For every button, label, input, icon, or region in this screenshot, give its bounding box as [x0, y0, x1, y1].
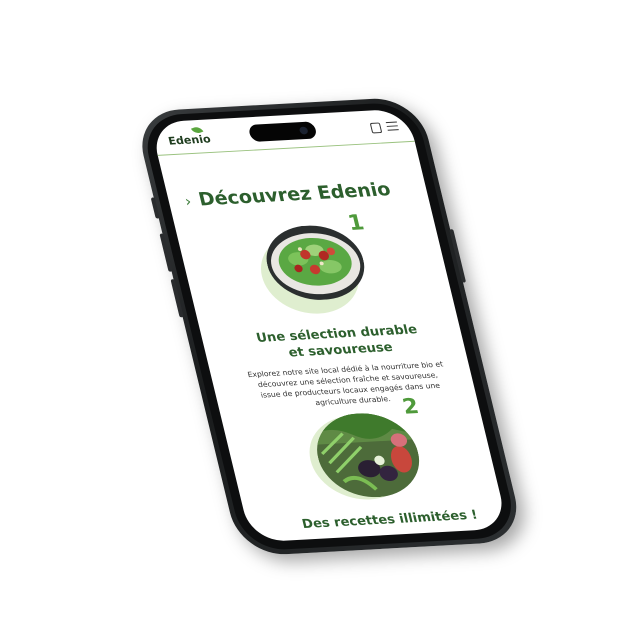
page-content: › Découvrez Edenio 1 Une sélection durab… — [158, 141, 509, 543]
step-1-heading: Une sélection durable et savoureuse — [235, 321, 443, 364]
step-1-description: Explorez notre site local dédié à la nou… — [246, 359, 444, 408]
phone-volume-up-button — [159, 233, 173, 272]
step-1-number: 1 — [345, 211, 367, 236]
mockup-stage: Edenio › Découvrez Edenio 1 Une sélectio… — [0, 0, 640, 640]
shopping-bag-icon[interactable] — [369, 122, 383, 134]
phone-frame: Edenio › Découvrez Edenio 1 Une sélectio… — [133, 96, 526, 557]
step-2-heading: Des recettes illimitées ! — [300, 508, 480, 532]
phone-screen: Edenio › Découvrez Edenio 1 Une sélectio… — [149, 108, 509, 543]
chevron-right-icon: › — [183, 192, 194, 211]
phone-volume-down-button — [170, 279, 184, 318]
site-logo[interactable]: Edenio — [167, 133, 212, 148]
hero-title-row: › Découvrez Edenio — [182, 175, 422, 210]
page-title: Découvrez Edenio — [196, 178, 393, 211]
menu-icon[interactable] — [385, 121, 399, 132]
phone-power-button — [449, 229, 467, 283]
phone-action-button — [150, 197, 160, 219]
